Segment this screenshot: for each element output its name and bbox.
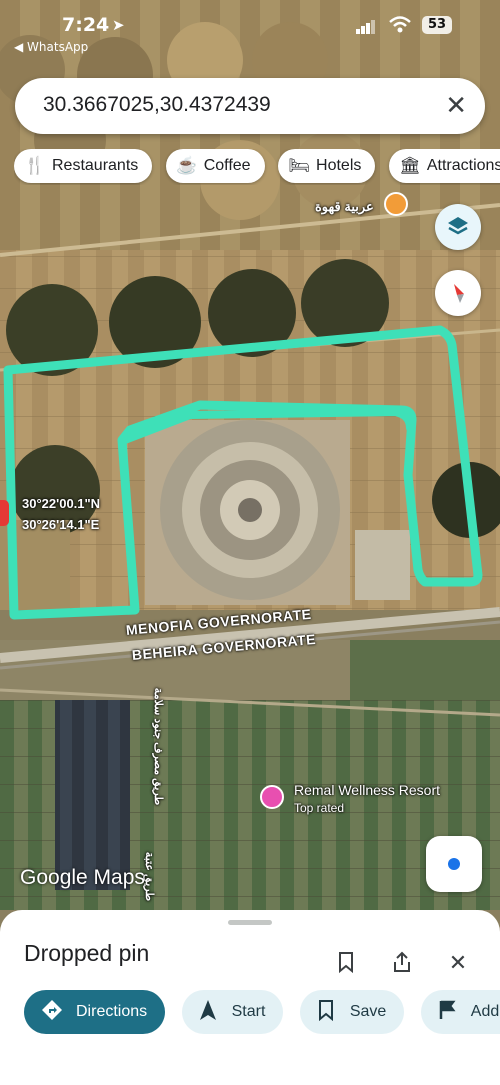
add-label-text: Add l <box>470 1003 500 1020</box>
resort-rating-note: Top rated <box>294 801 345 815</box>
place-sheet: Dropped pin ✕ Directions Start Save Add <box>0 910 500 1085</box>
chip-attractions[interactable]: 🏛 Attractions <box>388 149 500 183</box>
compass-button[interactable] <box>435 270 481 316</box>
resort-name[interactable]: Remal Wellness Resort <box>294 782 440 798</box>
share-icon[interactable] <box>390 950 414 974</box>
battery-indicator: 53 <box>422 16 452 34</box>
pin-longitude: 30°26'14.1"E <box>22 517 100 532</box>
start-button[interactable]: Start <box>181 990 284 1034</box>
flag-icon <box>435 999 459 1026</box>
close-icon[interactable]: ✕ <box>445 92 467 118</box>
close-sheet-icon[interactable]: ✕ <box>446 950 470 975</box>
coffee-poi-icon[interactable] <box>384 192 408 216</box>
chip-coffee[interactable]: ☕ Coffee <box>165 149 265 183</box>
category-chips: 🍴 Restaurants ☕ Coffee 🛏 Hotels 🏛 Attrac… <box>14 149 500 185</box>
wifi-icon <box>389 16 411 33</box>
search-bar[interactable]: 30.3667025,30.4372439 ✕ <box>15 78 485 134</box>
search-query[interactable]: 30.3667025,30.4372439 <box>43 93 271 117</box>
dropped-pin-marker[interactable] <box>0 500 9 526</box>
road-label-arabic-2: طريق عتبة <box>143 851 156 902</box>
chip-hotels[interactable]: 🛏 Hotels <box>278 149 376 183</box>
action-buttons: Directions Start Save Add l <box>24 990 500 1036</box>
compass-icon <box>454 284 464 303</box>
bed-icon: 🛏 <box>288 156 310 175</box>
chip-label: Coffee <box>203 157 251 174</box>
fork-knife-icon: 🍴 <box>24 156 46 175</box>
poi-label-arabic[interactable]: عربية قهوة <box>315 199 374 215</box>
hotel-pin-icon[interactable] <box>260 785 284 809</box>
bookmark-icon[interactable] <box>334 950 358 974</box>
navigation-arrow-icon <box>196 999 220 1026</box>
cellular-signal-icon <box>356 20 375 34</box>
sheet-drag-handle[interactable] <box>228 920 272 925</box>
save-label: Save <box>349 1003 387 1020</box>
status-time: 7:24 <box>62 14 110 36</box>
chip-label: Attractions <box>426 157 500 174</box>
pin-latitude: 30°22'00.1"N <box>22 496 101 511</box>
add-label-button[interactable]: Add l <box>420 990 500 1034</box>
bookmark-icon <box>314 999 338 1026</box>
attraction-icon: 🏛 <box>399 156 421 175</box>
chip-restaurants[interactable]: 🍴 Restaurants <box>14 149 153 183</box>
coffee-cup-icon: ☕ <box>176 156 198 175</box>
my-location-button[interactable] <box>426 836 482 892</box>
directions-button[interactable]: Directions <box>24 990 166 1034</box>
layers-icon <box>448 217 468 235</box>
directions-label: Directions <box>76 1003 148 1020</box>
status-bar: 7:24 ➤ ◀ WhatsApp 53 <box>0 12 500 54</box>
chip-label: Hotels <box>316 157 362 174</box>
start-label: Start <box>231 1003 266 1020</box>
my-location-icon <box>448 858 460 870</box>
back-to-app-link[interactable]: ◀ WhatsApp <box>14 40 88 54</box>
chip-label: Restaurants <box>52 157 139 174</box>
pin-coordinates: 30°22'00.1"N 30°26'14.1"E <box>22 493 100 535</box>
google-maps-attribution: Google Maps <box>20 866 145 889</box>
sheet-title: Dropped pin <box>24 940 150 966</box>
save-button[interactable]: Save <box>299 990 405 1034</box>
directions-icon <box>40 999 64 1026</box>
layers-button[interactable] <box>435 204 481 250</box>
location-arrow-icon: ➤ <box>112 16 125 34</box>
road-label-arabic: طريق مصرف جنود سلامة <box>152 687 165 806</box>
